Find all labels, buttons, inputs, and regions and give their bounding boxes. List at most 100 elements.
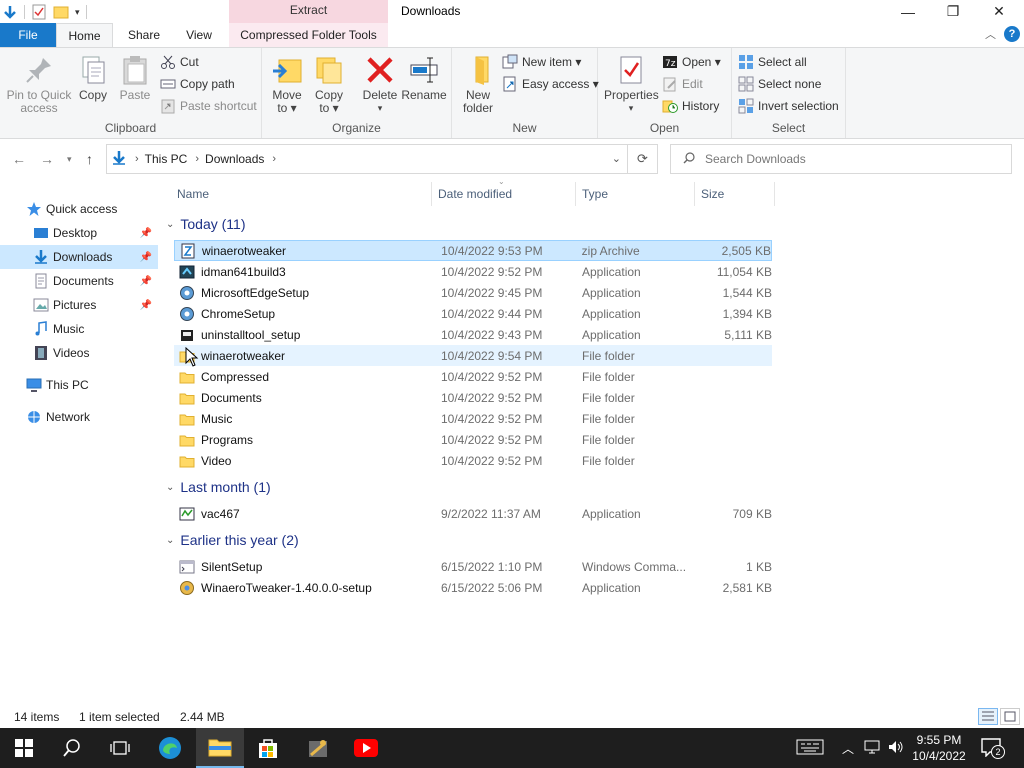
history-button[interactable]: History xyxy=(662,96,719,116)
open-button[interactable]: 7z Open ▾ xyxy=(662,52,721,72)
nav-videos[interactable]: Videos xyxy=(0,341,158,365)
address-bar[interactable]: › This PC › Downloads › ⌄ ⟳ xyxy=(106,144,658,174)
breadcrumb-this-pc[interactable]: This PC xyxy=(145,152,188,166)
easy-access-button[interactable]: Easy access ▾ xyxy=(502,74,599,94)
microsoft-store-icon[interactable] xyxy=(244,728,292,768)
column-header-size[interactable]: Size xyxy=(695,182,775,206)
collapse-chevron-icon[interactable]: ⌄ xyxy=(166,219,174,230)
breadcrumb-downloads[interactable]: Downloads xyxy=(205,152,264,166)
select-none-button[interactable]: Select none xyxy=(738,74,821,94)
group-header-earlier-this-year[interactable]: ⌄ Earlier this year (2) xyxy=(166,530,299,550)
invert-selection-button[interactable]: Invert selection xyxy=(738,96,839,116)
select-all-button[interactable]: Select all xyxy=(738,52,807,72)
notification-center-button[interactable]: 2 xyxy=(980,728,1005,768)
file-row[interactable]: Video 10/4/2022 9:52 PM File folder xyxy=(174,450,772,471)
group-header-today[interactable]: ⌄ Today (11) xyxy=(166,214,246,234)
file-row[interactable]: Compressed 10/4/2022 9:52 PM File folder xyxy=(174,366,772,387)
copy-to-icon xyxy=(313,54,345,86)
desktop-icon xyxy=(33,225,49,241)
tab-compressed-folder-tools[interactable]: Compressed Folder Tools xyxy=(229,23,388,47)
svg-text:7z: 7z xyxy=(665,59,676,69)
input-indicator-icon[interactable] xyxy=(796,739,824,758)
collapse-ribbon-icon[interactable]: ︿ xyxy=(985,26,996,42)
pin-to-quick-access-button[interactable]: Pin to Quick access xyxy=(6,54,72,115)
column-header-type[interactable]: Type xyxy=(576,182,695,206)
nav-documents[interactable]: Documents 📌 xyxy=(0,269,158,293)
edit-button[interactable]: Edit xyxy=(662,74,703,94)
minimize-button[interactable]: — xyxy=(885,0,931,23)
youtube-icon[interactable] xyxy=(342,728,390,768)
restore-button[interactable]: ❐ xyxy=(930,0,976,23)
nav-desktop[interactable]: Desktop 📌 xyxy=(0,221,158,245)
file-row[interactable]: Documents 10/4/2022 9:52 PM File folder xyxy=(174,387,772,408)
recent-locations-icon[interactable]: ▾ xyxy=(67,154,72,165)
qat-customize-icon[interactable]: ▾ xyxy=(75,7,80,18)
network-tray-icon[interactable] xyxy=(864,740,880,757)
move-to-button[interactable]: Move to ▾ xyxy=(268,54,306,115)
file-row[interactable]: WinaeroTweaker-1.40.0.0-setup 6/15/2022 … xyxy=(174,577,772,598)
large-icons-view-icon[interactable] xyxy=(1000,708,1020,725)
collapse-chevron-icon[interactable]: ⌄ xyxy=(166,535,174,546)
tab-home[interactable]: Home xyxy=(56,23,113,47)
start-button[interactable] xyxy=(0,728,48,768)
file-row[interactable]: idman641build3 10/4/2022 9:52 PM Applica… xyxy=(174,261,772,282)
column-header-date[interactable]: Date modified xyxy=(432,182,576,206)
details-view-icon[interactable] xyxy=(978,708,998,725)
properties-qat-icon[interactable] xyxy=(31,4,47,20)
column-header-name[interactable]: Name xyxy=(171,182,432,206)
delete-button[interactable]: Delete ▾ xyxy=(358,54,402,115)
show-hidden-icons-icon[interactable]: ︿ xyxy=(842,740,854,757)
nav-downloads[interactable]: Downloads 📌 xyxy=(0,245,158,269)
search-taskbar-icon[interactable] xyxy=(48,728,96,768)
file-row[interactable]: MicrosoftEdgeSetup 10/4/2022 9:45 PM App… xyxy=(174,282,772,303)
breadcrumb-separator-icon[interactable]: › xyxy=(272,153,276,165)
search-box[interactable]: Search Downloads xyxy=(670,144,1012,174)
paste-button[interactable]: Paste xyxy=(116,54,154,102)
new-folder-qat-icon[interactable] xyxy=(53,4,69,20)
file-row[interactable]: winaerotweaker 10/4/2022 9:54 PM File fo… xyxy=(174,345,772,366)
nav-quick-access[interactable]: Quick access xyxy=(0,197,158,221)
help-icon[interactable]: ? xyxy=(1004,26,1020,42)
copy-to-button[interactable]: Copy to ▾ xyxy=(310,54,348,115)
cut-button[interactable]: Cut xyxy=(160,52,199,72)
group-header-last-month[interactable]: ⌄ Last month (1) xyxy=(166,477,271,497)
close-button[interactable]: ✕ xyxy=(976,0,1022,23)
nav-network[interactable]: Network xyxy=(0,405,158,429)
volume-icon[interactable] xyxy=(888,740,904,757)
edge-browser-icon[interactable] xyxy=(146,728,194,768)
tab-share[interactable]: Share xyxy=(120,23,168,47)
file-row[interactable]: ChromeSetup 10/4/2022 9:44 PM Applicatio… xyxy=(174,303,772,324)
breadcrumb-separator-icon[interactable]: › xyxy=(195,153,199,165)
context-tab-group-extract: Extract xyxy=(229,0,388,23)
file-row[interactable]: SilentSetup 6/15/2022 1:10 PM Windows Co… xyxy=(174,556,772,577)
forward-arrow-icon[interactable]: → xyxy=(40,151,54,167)
tab-file[interactable]: File xyxy=(0,23,56,47)
task-view-icon[interactable] xyxy=(96,728,144,768)
file-row[interactable]: vac467 9/2/2022 11:37 AM Application 709… xyxy=(174,503,772,524)
nav-pictures[interactable]: Pictures 📌 xyxy=(0,293,158,317)
nav-this-pc[interactable]: This PC xyxy=(0,373,158,397)
new-item-button[interactable]: New item ▾ xyxy=(502,52,581,72)
new-folder-button[interactable]: New folder xyxy=(458,54,498,115)
properties-button[interactable]: Properties ▾ xyxy=(604,54,659,115)
rename-button[interactable]: Rename xyxy=(400,54,448,102)
address-dropdown-icon[interactable]: ⌄ xyxy=(612,152,621,165)
up-arrow-icon[interactable]: ↑ xyxy=(86,151,93,167)
refresh-icon[interactable]: ⟳ xyxy=(627,145,657,173)
paste-shortcut-button[interactable]: Paste shortcut xyxy=(160,96,257,116)
file-row[interactable]: Music 10/4/2022 9:52 PM File folder xyxy=(174,408,772,429)
tab-view[interactable]: View xyxy=(176,23,222,47)
copy-button[interactable]: Copy xyxy=(74,54,112,102)
copy-path-button[interactable]: Copy path xyxy=(160,74,235,94)
file-explorer-icon[interactable] xyxy=(196,728,244,768)
nav-music[interactable]: Music xyxy=(0,317,158,341)
breadcrumb-separator-icon[interactable]: › xyxy=(135,153,139,165)
taskbar-clock[interactable]: 9:55 PM 10/4/2022 xyxy=(904,732,974,764)
file-row[interactable]: winaerotweaker 10/4/2022 9:53 PM zip Arc… xyxy=(174,240,772,261)
winaero-tweaker-icon[interactable] xyxy=(294,728,342,768)
search-placeholder: Search Downloads xyxy=(705,152,806,166)
file-row[interactable]: Programs 10/4/2022 9:52 PM File folder xyxy=(174,429,772,450)
file-row[interactable]: uninstalltool_setup 10/4/2022 9:43 PM Ap… xyxy=(174,324,772,345)
back-arrow-icon[interactable]: ← xyxy=(12,151,26,167)
collapse-chevron-icon[interactable]: ⌄ xyxy=(166,482,174,493)
